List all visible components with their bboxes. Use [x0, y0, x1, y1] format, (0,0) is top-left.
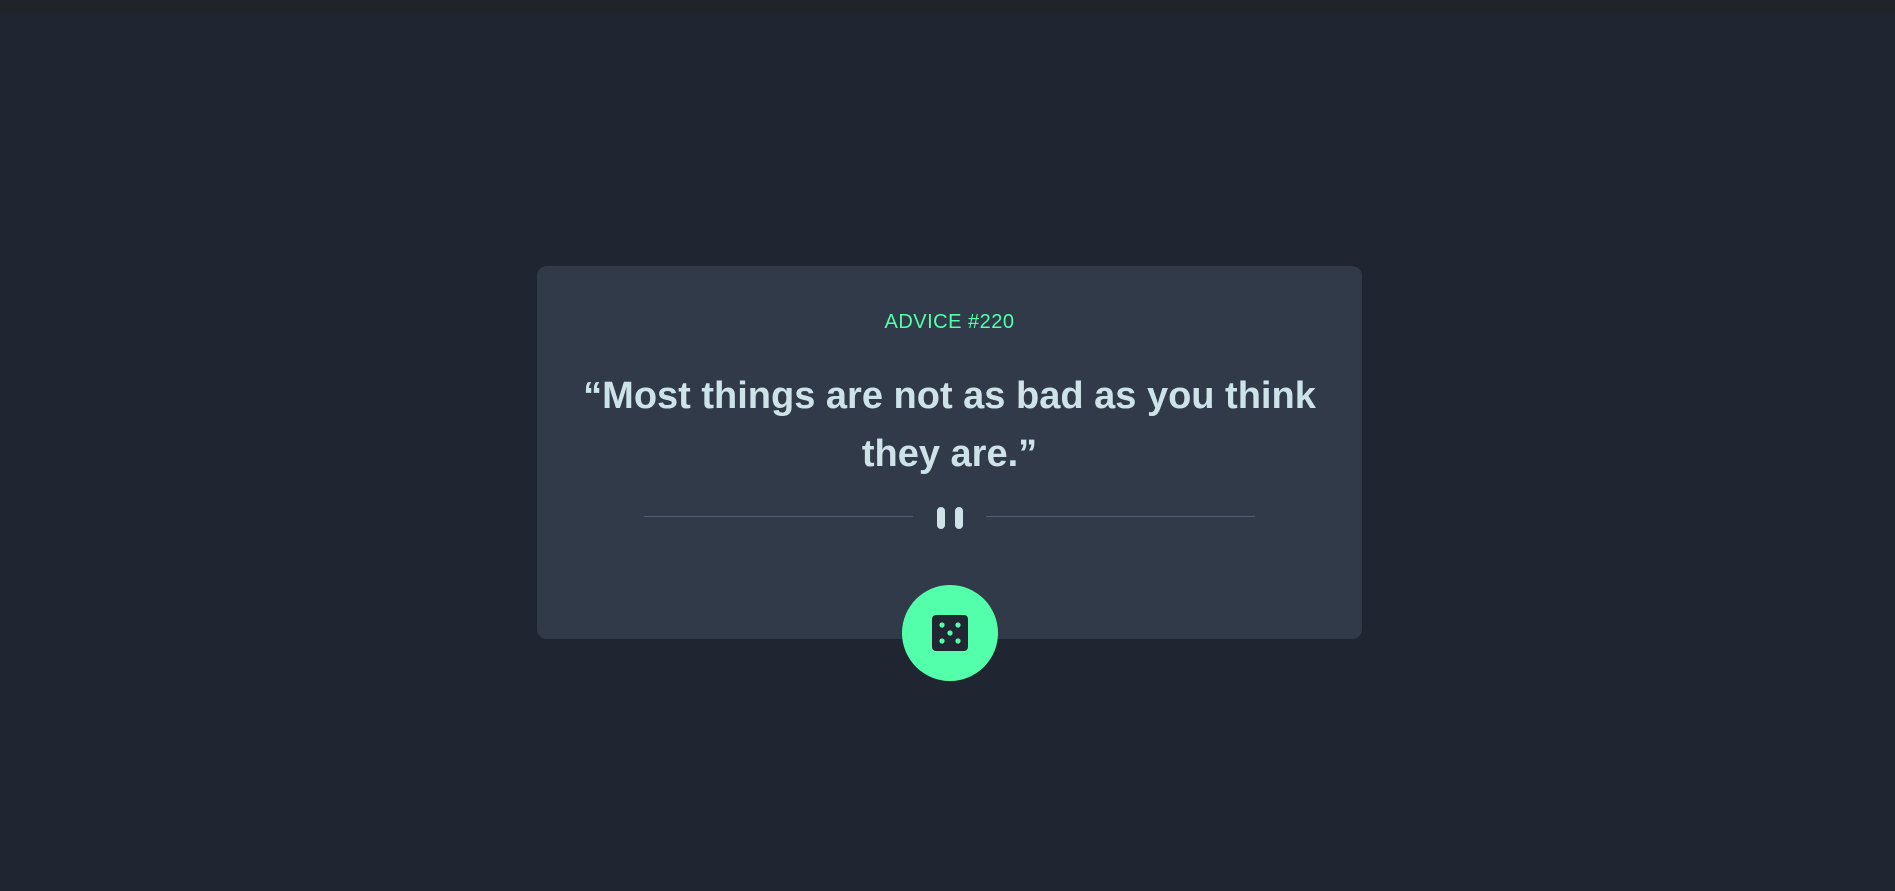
advice-quote: “Most things are not as bad as you think…	[583, 375, 1316, 475]
pause-icon-bar-left	[936, 507, 945, 529]
pause-icon-bar-right	[954, 507, 963, 529]
advice-id-label: ADVICE #	[884, 311, 980, 333]
new-advice-button[interactable]	[902, 585, 998, 681]
advice-card: ADVICE #220 “Most things are not as bad …	[537, 266, 1362, 639]
divider-line-right	[986, 516, 1255, 517]
divider-line-left	[644, 516, 913, 517]
advice-id-number: 220	[979, 311, 1015, 333]
card-divider	[644, 505, 1255, 529]
advice-id-heading: ADVICE #220	[537, 311, 1362, 334]
browser-top-strip	[0, 0, 1895, 14]
dice-icon	[932, 615, 968, 651]
pause-icon	[936, 505, 964, 529]
